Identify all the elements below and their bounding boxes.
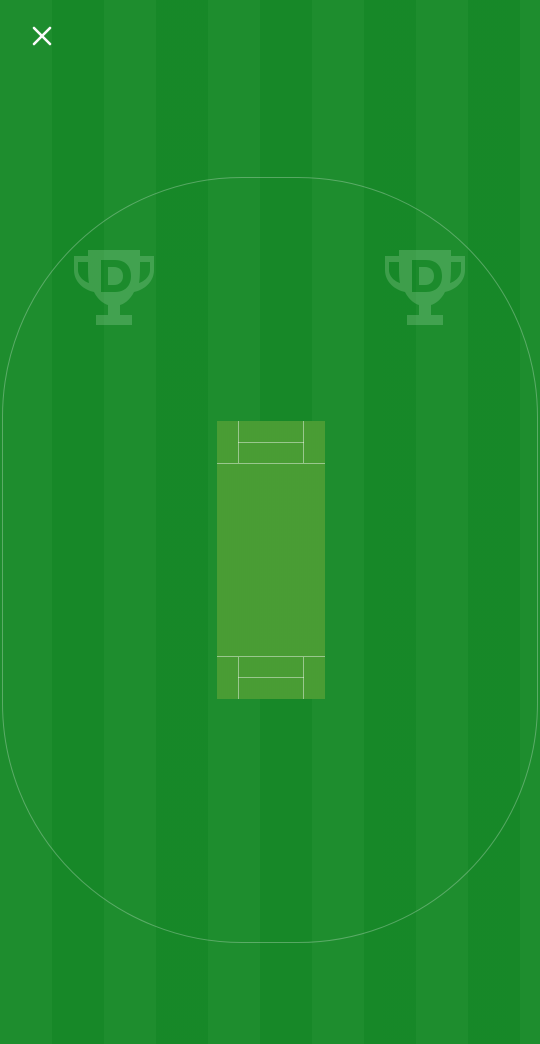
popping-crease-bottom [217,656,325,657]
close-icon [30,24,54,48]
bowling-crease-bottom [238,677,304,678]
bowling-crease-top [238,442,304,443]
return-crease-bottom-right [303,657,304,699]
trophy-logo-right [379,242,471,334]
pitch [217,421,325,699]
cricket-field [0,0,540,1044]
return-crease-top-right [303,421,304,463]
return-crease-bottom-left [238,657,239,699]
trophy-logo-left [68,242,160,334]
return-crease-top-left [238,421,239,463]
popping-crease-top [217,463,325,464]
close-button[interactable] [22,16,62,56]
